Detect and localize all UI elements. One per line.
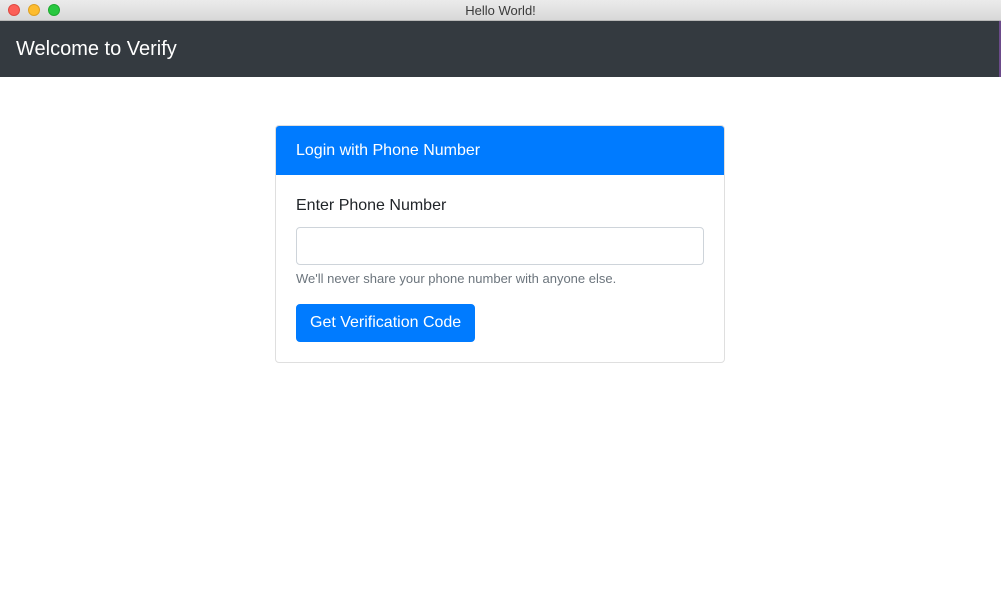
window-titlebar[interactable]: Hello World!: [0, 0, 1001, 21]
navbar-brand[interactable]: Welcome to Verify: [16, 21, 177, 77]
phone-help-text: We'll never share your phone number with…: [296, 271, 617, 286]
login-card: Login with Phone Number Enter Phone Numb…: [275, 125, 725, 363]
phone-number-input[interactable]: [296, 227, 704, 265]
phone-number-label: Enter Phone Number: [296, 197, 447, 214]
app-window: Hello World! Welcome to Verify Login wit…: [0, 0, 1001, 599]
window-title: Hello World!: [465, 3, 536, 18]
get-verification-code-button[interactable]: Get Verification Code: [296, 304, 476, 342]
top-navbar: Welcome to Verify: [0, 21, 1001, 77]
card-header: Login with Phone Number: [276, 126, 724, 175]
